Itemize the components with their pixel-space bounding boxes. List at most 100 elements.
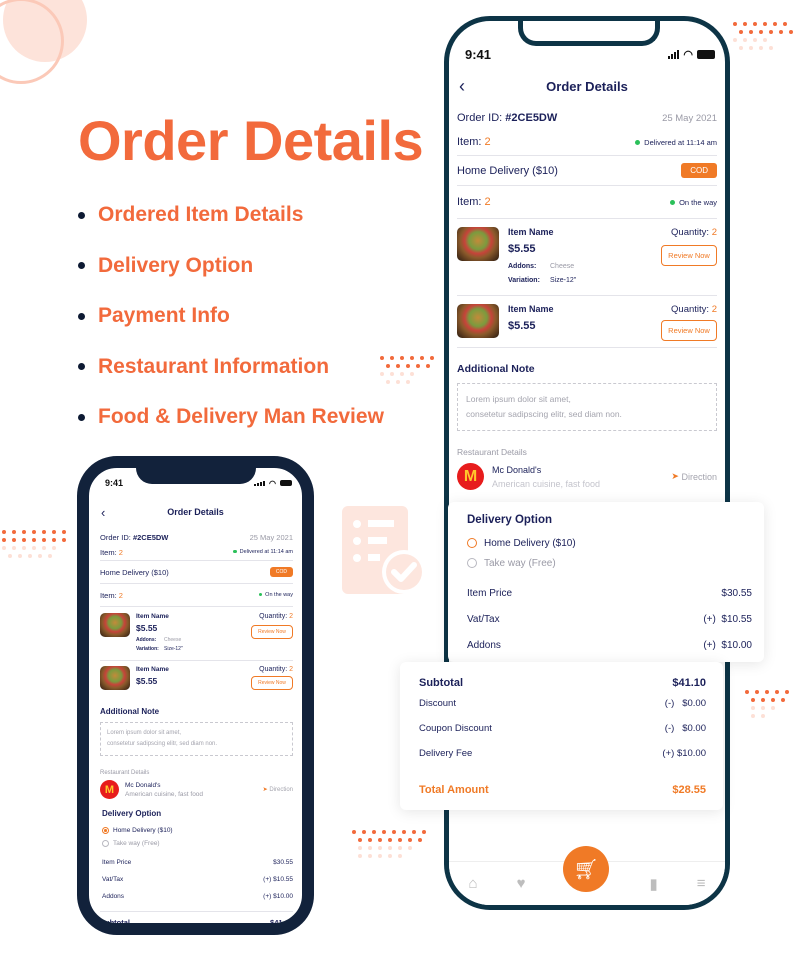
- coupon-discount-label: Coupon Discount: [419, 723, 492, 734]
- food-item: Item Name $5.55 Quantity: 2 Review Now: [457, 296, 717, 347]
- quantity: Quantity: 2: [671, 304, 717, 315]
- addons-value: Cheese: [164, 637, 182, 643]
- order-totals-card: Subtotal $41.10 Discount (-) $0.00 Coupon …: [400, 662, 723, 810]
- item-count: Item: 2: [100, 547, 123, 557]
- burger-image: [100, 613, 130, 637]
- bullet-icon: [78, 413, 85, 421]
- delivered-status: Delivered at 11:14 am: [635, 138, 717, 147]
- delivery-option-home[interactable]: Home Delivery ($10): [467, 534, 752, 554]
- order-date: 25 May 2021: [249, 532, 293, 542]
- status-bar: 9:41 ◠: [89, 478, 302, 488]
- burger-image: [457, 304, 499, 338]
- restaurant-name: Mc Donald's: [492, 464, 542, 475]
- discount-label: Discount: [419, 698, 456, 709]
- signal-icon: [254, 480, 266, 486]
- battery-icon: [280, 480, 292, 486]
- status-bar: 9:41 ◠: [449, 47, 725, 62]
- status-time: 9:41: [105, 478, 124, 488]
- vat-label: Vat/Tax: [467, 613, 500, 625]
- direction-button[interactable]: ➤ Direction: [671, 471, 717, 482]
- item-count: Item: 2: [457, 136, 491, 148]
- bullet-icon: [78, 312, 85, 320]
- item-name: Item Name: [508, 227, 554, 237]
- app-header: ‹ Order Details: [89, 504, 302, 520]
- cart-button[interactable]: 🛒︎: [563, 846, 609, 892]
- app-header: ‹ Order Details: [449, 76, 725, 96]
- additional-note-title: Additional Note: [100, 707, 160, 716]
- vat-value: $10.55: [721, 613, 752, 625]
- feature-list: Ordered Item Details Delivery Option Pay…: [78, 190, 384, 443]
- review-now-button[interactable]: Review Now: [251, 625, 293, 639]
- decorative-dots: [745, 688, 789, 720]
- review-now-button[interactable]: Review Now: [251, 676, 293, 690]
- review-now-button[interactable]: Review Now: [661, 245, 717, 266]
- feature-item: Ordered Item Details: [78, 190, 384, 241]
- phone-mockup-small: 9:41 ◠ ‹ Order Details Order ID: #2CE5DW…: [77, 456, 314, 935]
- feature-item: Restaurant Information: [78, 342, 384, 393]
- bookmark-icon[interactable]: ▮: [649, 875, 657, 893]
- subtotal-value: $41.10: [672, 676, 706, 689]
- bullet-icon: [78, 363, 85, 371]
- item-name: Item Name: [136, 613, 169, 620]
- back-icon[interactable]: ‹: [101, 505, 105, 520]
- coupon-discount-value: $0.00: [682, 723, 706, 734]
- navigation-arrow-icon: ➤: [671, 471, 679, 481]
- decorative-dots: [733, 20, 793, 52]
- burger-image: [457, 227, 499, 261]
- item-price-label: Item Price: [467, 587, 513, 599]
- restaurant-cuisine: American cuisine, fast food: [492, 478, 601, 489]
- item-count: Item: 2: [100, 590, 123, 600]
- feature-label: Delivery Option: [98, 253, 254, 277]
- item-price-total: $30.55: [721, 587, 752, 599]
- review-now-button[interactable]: Review Now: [661, 320, 717, 341]
- delivery-option-card: Delivery Option Home Delivery ($10) Take…: [448, 502, 764, 662]
- heart-icon[interactable]: ♥: [517, 875, 526, 892]
- direction-button[interactable]: ➤ Direction: [263, 786, 293, 794]
- delivered-status: Delivered at 11:14 am: [233, 549, 293, 555]
- home-icon[interactable]: ⌂: [469, 875, 478, 892]
- quantity: Quantity: 2: [259, 613, 293, 620]
- item-name: Item Name: [508, 304, 554, 314]
- restaurant-logo: M: [457, 463, 484, 490]
- order-content: Order ID: #2CE5DW 25 May 2021 Item: 2 De…: [449, 107, 725, 490]
- item-price: $5.55: [508, 243, 536, 255]
- food-item: Item Name $5.55 Addons: Cheese Variation:…: [100, 607, 293, 660]
- delivery-option-title: Delivery Option: [467, 514, 552, 526]
- back-icon[interactable]: ‹: [459, 76, 465, 97]
- additional-note-box: Lorem ipsum dolor sit amet, consetetur s…: [100, 722, 293, 756]
- order-id: Order ID: #2CE5DW: [457, 112, 558, 124]
- feature-label: Ordered Item Details: [98, 203, 304, 227]
- total-amount-value: $28.55: [672, 784, 706, 796]
- decorative-dots: [380, 354, 434, 386]
- feature-label: Food & Delivery Man Review: [98, 405, 384, 429]
- item-price: $5.55: [136, 676, 158, 686]
- variation-value: Size-12": [164, 646, 183, 652]
- decorative-dots: [2, 528, 66, 560]
- on-the-way-status: On the way: [670, 198, 717, 207]
- bullet-icon: [78, 211, 85, 219]
- menu-icon[interactable]: ≡: [697, 875, 706, 892]
- status-time: 9:41: [465, 47, 492, 62]
- bottom-navigation: ⌂ ♥ ▮ ≡ 🛒︎: [449, 846, 725, 905]
- additional-note-title: Additional Note: [457, 363, 535, 375]
- feature-item: Payment Info: [78, 291, 384, 342]
- delivery-type: Home Delivery ($10): [457, 164, 558, 177]
- addons-value: Cheese: [550, 263, 575, 270]
- delivery-option-takeaway[interactable]: Take way (Free): [102, 837, 293, 850]
- payment-badge: COD: [681, 163, 717, 178]
- delivery-fee-value: $10.00: [676, 748, 706, 759]
- subtotal-label: Subtotal: [419, 676, 463, 689]
- discount-value: $0.00: [682, 698, 706, 709]
- restaurant-section-label: Restaurant Details: [100, 770, 150, 776]
- delivery-type: Home Delivery ($10): [100, 567, 169, 577]
- delivery-option-home[interactable]: Home Delivery ($10): [102, 824, 293, 837]
- page-title: Order Details: [167, 507, 224, 517]
- on-the-way-status: On the way: [258, 592, 293, 598]
- cart-icon: 🛒︎: [573, 858, 599, 881]
- battery-icon: [697, 50, 715, 59]
- delivery-option-title: Delivery Option: [102, 809, 162, 818]
- restaurant-name: Mc Donald's: [125, 781, 161, 789]
- delivery-option-takeaway[interactable]: Take way (Free): [467, 554, 752, 574]
- delivery-fee-label: Delivery Fee: [419, 748, 473, 759]
- item-price: $5.55: [508, 320, 536, 332]
